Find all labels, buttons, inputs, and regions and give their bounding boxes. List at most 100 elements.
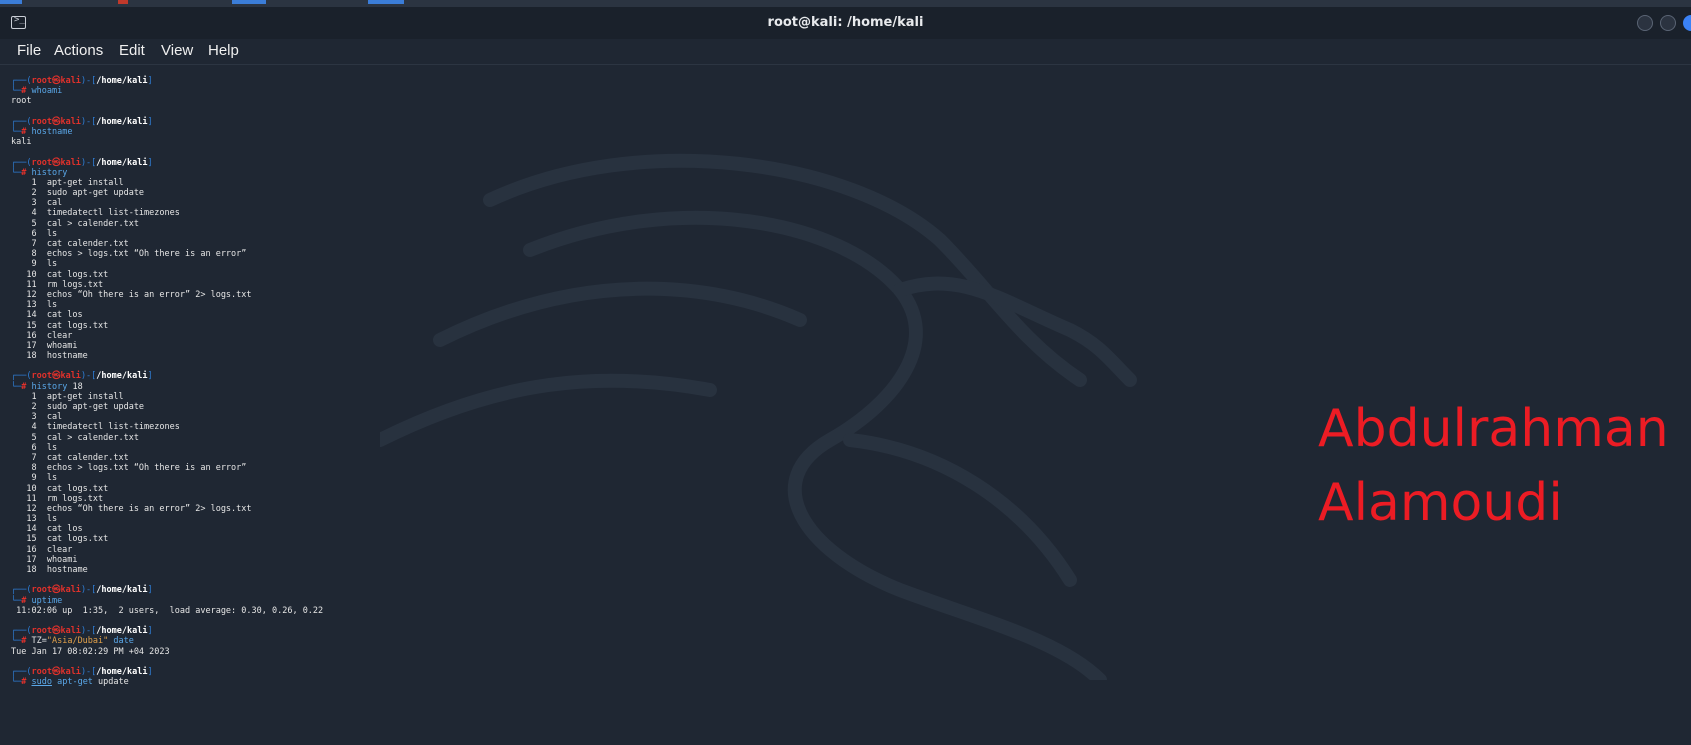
command-text: 18 [67,381,83,392]
output-line: 18 hostname [11,351,323,361]
output-text: Tue Jan 17 08:02:29 PM +04 2023 [11,646,170,657]
prompt-path: /home/kali [96,76,148,86]
prompt-frame: ] [147,585,153,596]
prompt-frame: )-[ [80,585,97,596]
output-line: 17 whoami [11,555,323,565]
output-line: 3 cal [11,198,323,208]
output-text: 18 hostname [11,351,88,362]
output-line: 15 cat logs.txt [11,534,323,544]
prompt-line: ┌──(root㉿kali)-[/home/kali] [11,667,323,677]
output-line: 1 apt-get install [11,392,323,402]
taskbar-app-indicator[interactable] [118,0,128,4]
output-line: 11 rm logs.txt [11,280,323,290]
menu-help[interactable]: Help [208,42,239,59]
output-text: 8 echos > logs.txt “Oh there is an error… [11,249,247,260]
output-line: 5 cal > calender.txt [11,219,323,229]
menu-edit[interactable]: Edit [119,42,145,59]
output-line: 2 sudo apt-get update [11,402,323,412]
taskbar-app-indicator[interactable] [232,0,266,4]
taskbar-app-indicator[interactable] [368,0,404,4]
output-line: 18 hostname [11,565,323,575]
command-text: hostname [31,126,73,137]
terminal-output[interactable]: ┌──(root㉿kali)-[/home/kali] └─# whoami roo… [11,76,323,687]
command-text: date [108,636,134,647]
prompt-path: /home/kali [96,116,148,127]
menu-bar: File Actions Edit View Help [0,39,1691,63]
prompt-user-host: root㉿kali [31,666,81,677]
prompt-line: ┌──(root㉿kali)-[/home/kali] [11,158,323,168]
output-line: 9 ls [11,473,323,483]
output-text: 8 echos > logs.txt “Oh there is an error… [11,463,247,474]
output-line: 1 apt-get install [11,178,323,188]
prompt-user-host: root㉿kali [31,626,81,637]
prompt-symbol: # [21,86,32,97]
output-text: root [11,96,32,107]
output-text: 13 ls [11,300,58,311]
output-text: 9 ls [11,259,58,270]
command-line: └─# whoami [11,86,323,96]
prompt-frame: ] [147,76,153,86]
prompt-symbol: # [21,167,32,178]
output-text: 12 echos “Oh there is an error” 2> logs.… [11,503,252,514]
output-line: 13 ls [11,514,323,524]
output-text: 3 cal [11,198,63,209]
output-line: 14 cat los [11,524,323,534]
maximize-button[interactable] [1660,15,1676,31]
output-text: 3 cal [11,412,63,423]
prompt-frame: ┌──( [11,666,32,677]
menu-file[interactable]: File [17,42,41,59]
prompt-frame: ┌──( [11,157,32,168]
command-line: └─# history [11,168,323,178]
prompt-path: /home/kali [96,666,148,677]
prompt-user-host: root㉿kali [31,585,81,596]
prompt-frame: ┌──( [11,626,32,637]
prompt-path: /home/kali [96,157,148,168]
output-text: 16 clear [11,330,73,341]
output-line: 16 clear [11,331,323,341]
output-text: 4 timedatectl list-timezones [11,208,180,219]
output-text: 2 sudo apt-get update [11,188,145,199]
prompt-frame: └─ [11,677,22,688]
output-text: 16 clear [11,544,73,555]
command-text: uptime [31,595,63,606]
window-titlebar[interactable]: >_ root@kali: /home/kali [0,7,1691,39]
output-line: 11 rm logs.txt [11,494,323,504]
output-text: 4 timedatectl list-timezones [11,422,180,433]
output-line: 8 echos > logs.txt “Oh there is an error… [11,249,323,259]
output-line: 6 ls [11,229,323,239]
menu-view[interactable]: View [161,42,193,59]
prompt-line: ┌──(root㉿kali)-[/home/kali] [11,585,323,595]
prompt-frame: ] [147,157,153,168]
menu-actions[interactable]: Actions [54,42,103,59]
window-title: root@kali: /home/kali [767,15,924,30]
command-text: history [31,381,68,392]
output-line: 12 echos “Oh there is an error” 2> logs.… [11,504,323,514]
prompt-frame: └─ [11,86,22,97]
command-text: history [31,167,68,178]
output-text: 11 rm logs.txt [11,493,104,504]
output-line: 9 ls [11,259,323,269]
prompt-line: ┌──(root㉿kali)-[/home/kali] [11,626,323,636]
output-text: 1 apt-get install [11,177,124,188]
kali-dragon-logo [380,153,1137,680]
prompt-frame: ] [147,666,153,677]
output-line: kali [11,137,323,147]
output-text: 7 cat calender.txt [11,452,129,463]
output-text: 15 cat logs.txt [11,320,109,331]
output-text: 11 rm logs.txt [11,279,104,290]
output-line: 3 cal [11,412,323,422]
minimize-button[interactable] [1637,15,1653,31]
command-text: update [92,677,129,688]
output-text: 9 ls [11,473,58,484]
output-line: 2 sudo apt-get update [11,188,323,198]
output-text: 6 ls [11,442,58,453]
output-line: 12 echos “Oh there is an error” 2> logs.… [11,290,323,300]
prompt-frame: ┌──( [11,76,32,86]
output-line: 6 ls [11,443,323,453]
command-line: └─# history 18 [11,382,323,392]
output-text: 11:02:06 up 1:35, 2 users, load average:… [11,605,324,616]
taskbar-app-indicator[interactable] [0,0,22,4]
prompt-frame: ] [147,626,153,637]
output-line: 14 cat los [11,310,323,320]
